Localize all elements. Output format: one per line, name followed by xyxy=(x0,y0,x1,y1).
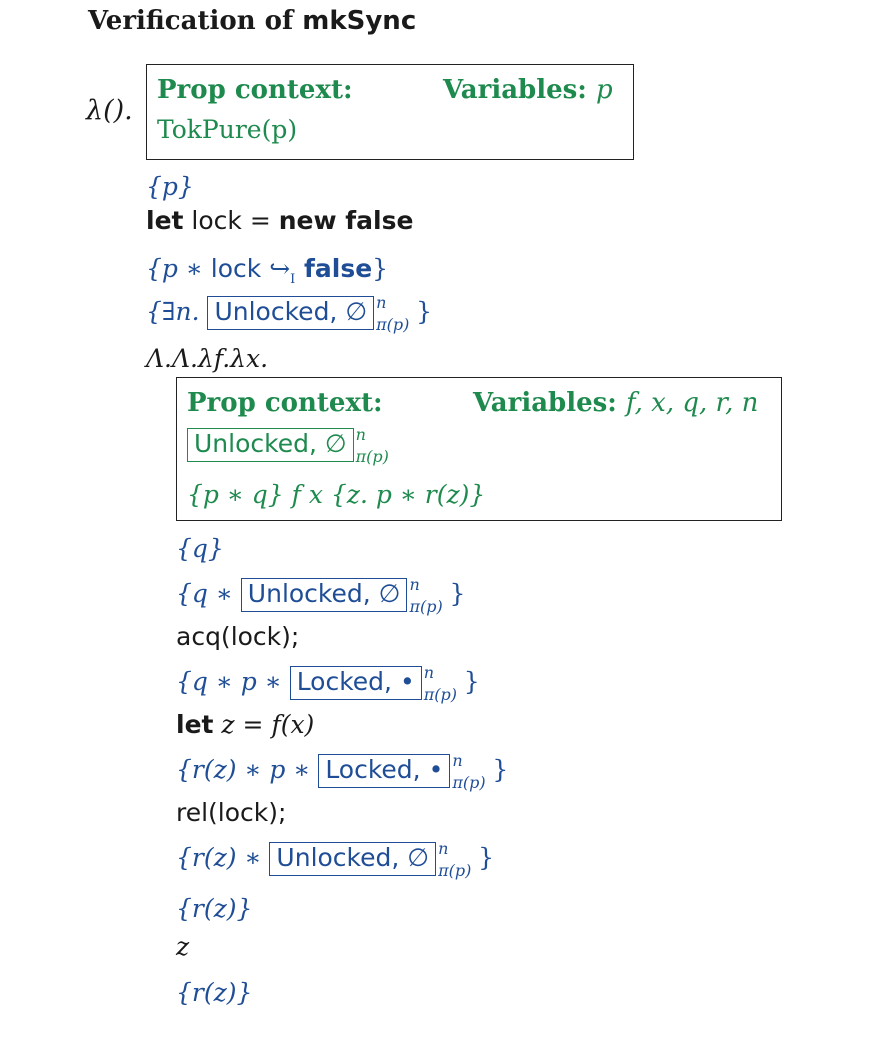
variables-value-2: f, x, q, r, n xyxy=(625,388,759,418)
let-lock-line: let lock = new false xyxy=(146,206,413,236)
new-false: new false xyxy=(278,206,414,235)
acq-call: acq(lock); xyxy=(176,622,300,651)
return-z: z xyxy=(176,932,190,961)
ctx2-ghost-line: Unlocked, ∅ n π(p) xyxy=(187,425,410,466)
prop-context-label: Prop context: xyxy=(157,75,353,105)
let-keyword-2: let xyxy=(176,710,214,739)
ghost-locked-1: Locked, • xyxy=(289,666,422,700)
ghost-annotation-4: n π(p) xyxy=(436,839,492,880)
ghost-locked-2: Locked, • xyxy=(318,754,451,788)
lambda-abstractions: Λ.Λ.λf.λx. xyxy=(146,344,269,373)
prop-context-box-2: Prop context: Variables: f, x, q, r, n U… xyxy=(176,377,782,521)
assert-close: } xyxy=(372,254,389,283)
a3-open: {r(z) ∗ p ∗ xyxy=(176,755,319,784)
assert-open: {p ∗ xyxy=(146,254,211,283)
ghost-annotation-ctx: n π(p) xyxy=(354,425,410,466)
rel-call: rel(lock); xyxy=(176,798,287,827)
section-title: Verification of mkSync xyxy=(88,6,416,36)
assert-rz-p-locked: {r(z) ∗ p ∗ Locked, • n π(p)} xyxy=(176,751,508,792)
ghost-annotation: n π(p) xyxy=(374,293,430,334)
exists-open: {∃n. xyxy=(146,297,208,326)
lambda-unit: λ(). xyxy=(86,95,133,126)
assert-q: {q} xyxy=(176,534,224,563)
ghost-sub: π(p) xyxy=(376,315,410,334)
prop-context-label-2: Prop context: xyxy=(187,388,383,418)
ghost-sub-1: π(p) xyxy=(409,597,443,616)
variables-label-2: Variables: f, x, q, r, n xyxy=(473,388,758,418)
ghost-annotation-3: n π(p) xyxy=(450,751,506,792)
a4-open: {r(z) ∗ xyxy=(176,843,270,872)
prop-context-box-1: Prop context: Variables: p TokPure(p) xyxy=(146,64,634,160)
variables-label-text: Variables: xyxy=(443,75,587,105)
assert-rz-1: {r(z)} xyxy=(176,894,253,923)
prop-context-value: TokPure(p) xyxy=(157,115,298,144)
ghost-annotation-1: n π(p) xyxy=(407,575,463,616)
title-function-name: mkSync xyxy=(302,6,417,36)
let-z-line: let z = f(x) xyxy=(176,710,314,740)
ghost-state-box: Unlocked, ∅ xyxy=(207,296,375,330)
ghost-unlocked-1: Unlocked, ∅ xyxy=(240,578,408,612)
ghost-sub-4: π(p) xyxy=(438,861,472,880)
ghost-sub-3: π(p) xyxy=(452,773,486,792)
title-prefix: Verification of xyxy=(88,6,303,36)
a1-open: {q ∗ xyxy=(176,579,241,608)
ghost-sub-2: π(p) xyxy=(423,685,457,704)
precondition-p: {p} xyxy=(146,172,194,201)
assert-q-unlocked: {q ∗ Unlocked, ∅ n π(p)} xyxy=(176,575,465,616)
ctx2-hoare-triple: {p ∗ q} f x {z. p ∗ r(z)} xyxy=(187,480,486,509)
equals: = xyxy=(249,206,279,235)
assert-q-p-locked: {q ∗ p ∗ Locked, • n π(p)} xyxy=(176,663,480,704)
let-z-rest: z = f(x) xyxy=(213,710,315,739)
assert-points-to: {p ∗ lock ↪I false} xyxy=(146,254,388,295)
assert-rz-unlocked: {r(z) ∗ Unlocked, ∅ n π(p)} xyxy=(176,839,494,880)
let-keyword: let xyxy=(146,206,184,235)
ghost-unlocked-2: Unlocked, ∅ xyxy=(269,842,437,876)
variables-label: Variables: p xyxy=(443,75,613,105)
assert-exists-line: {∃n. Unlocked, ∅ n π(p)} xyxy=(146,293,432,334)
hook-arrow: ↪ xyxy=(269,254,291,283)
lock-var: lock xyxy=(183,206,250,235)
ghost-state-box-ctx: Unlocked, ∅ xyxy=(187,428,354,462)
a2-open: {q ∗ p ∗ xyxy=(176,667,290,696)
assert-lock: lock xyxy=(210,254,270,283)
variables-value: p xyxy=(595,75,613,105)
ghost-annotation-2: n π(p) xyxy=(422,663,478,704)
assert-false: false xyxy=(295,254,373,283)
assert-rz-2: {r(z)} xyxy=(176,978,253,1007)
ghost-sub-ctx: π(p) xyxy=(355,447,389,466)
variables-label-text-2: Variables: xyxy=(473,388,617,418)
